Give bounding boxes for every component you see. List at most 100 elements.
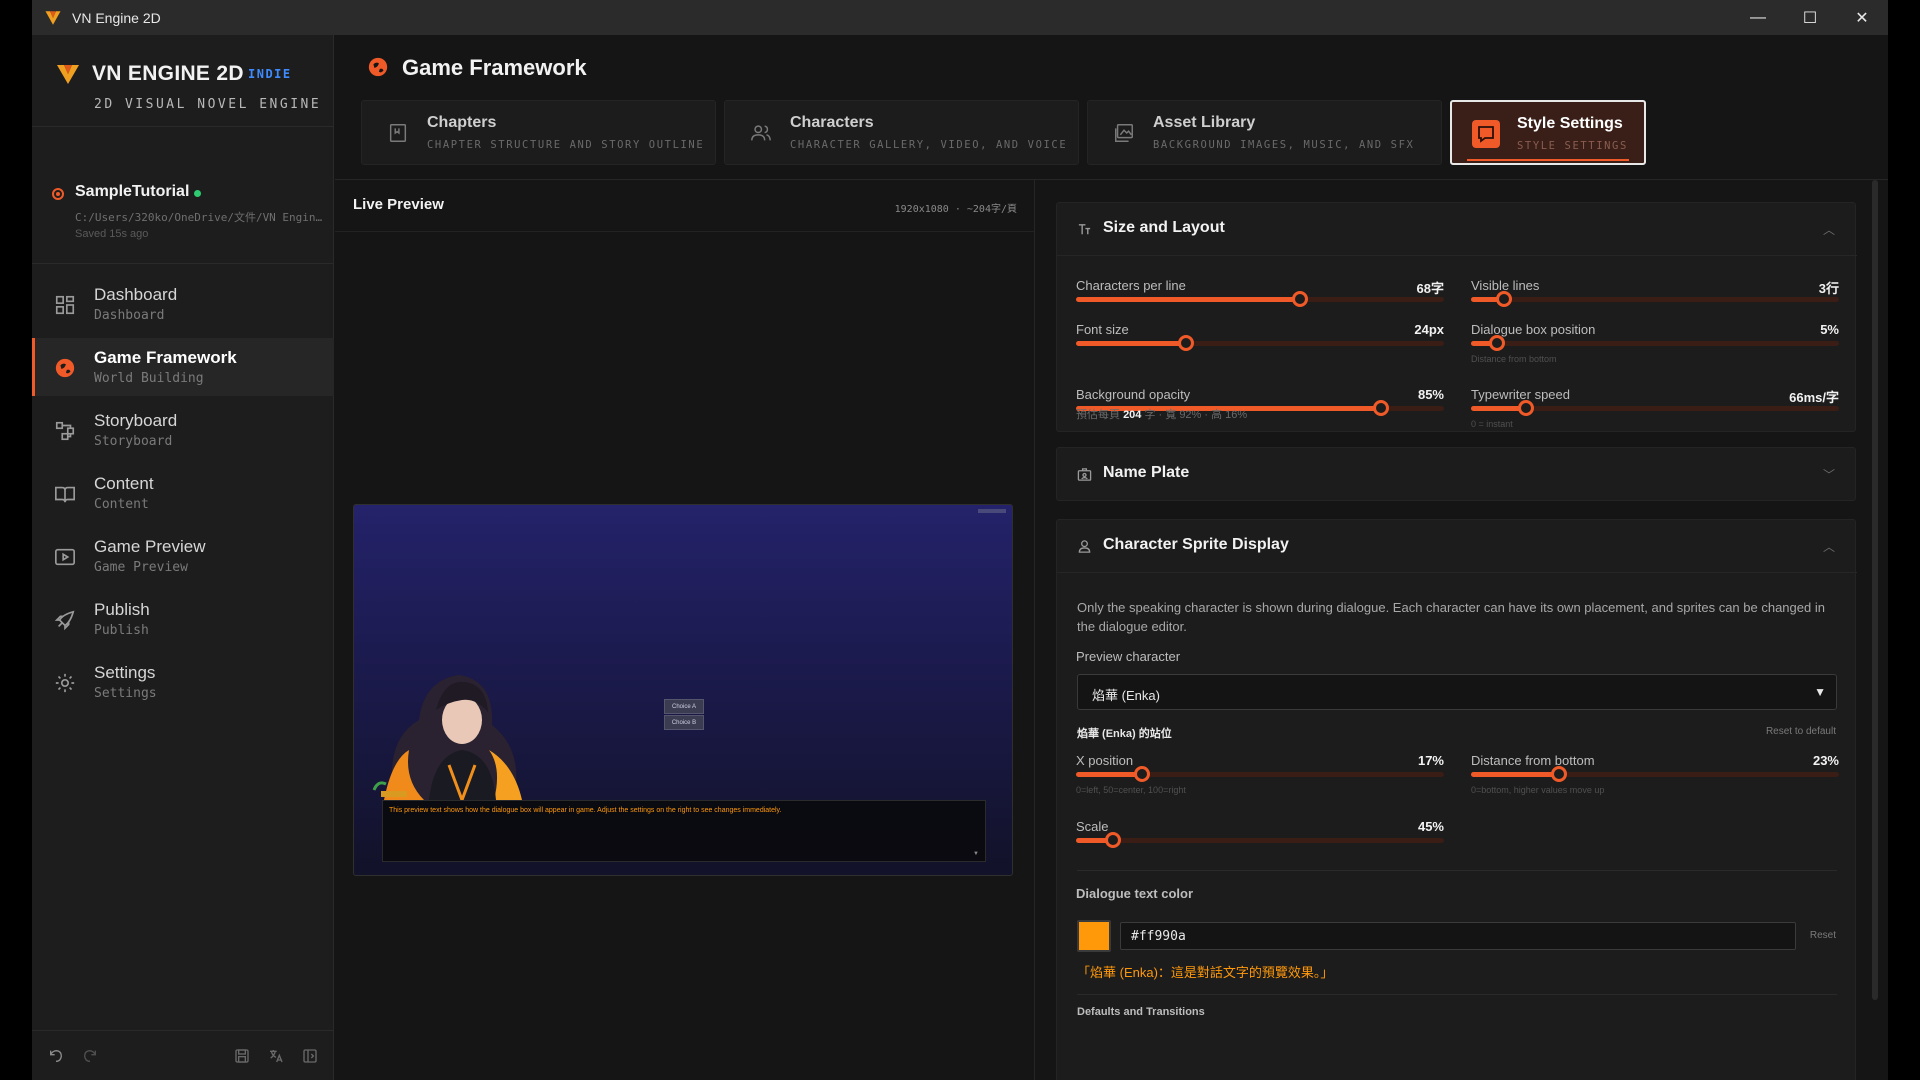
chevron-down-icon[interactable]: ﹀ — [1823, 466, 1835, 482]
maximize-button[interactable]: ☐ — [1784, 0, 1836, 35]
slider-hint: Distance from bottom — [1471, 354, 1557, 364]
saved-status: Saved 15s ago — [75, 228, 149, 240]
sidebar-item-content[interactable]: Content Content — [32, 464, 334, 522]
sprite-display-card: Character Sprite Display ︿ Only the spea… — [1056, 519, 1857, 1080]
slider-label: Typewriter speed — [1471, 387, 1570, 402]
sprite-display-header[interactable]: Character Sprite Display ︿ — [1057, 520, 1857, 572]
reset-default-link[interactable]: Reset to default — [1766, 726, 1836, 737]
sidebar-item-game-framework[interactable]: Game Framework World Building — [32, 338, 334, 396]
save-icon[interactable] — [234, 1048, 250, 1064]
reset-color-button[interactable]: Reset — [1810, 930, 1836, 941]
panel-toggle-icon[interactable] — [302, 1048, 318, 1064]
slider-track[interactable] — [1471, 400, 1839, 416]
chars-per-line-slider[interactable]: Characters per line 68字 — [1076, 278, 1444, 314]
slider-value: 24px — [1414, 322, 1444, 337]
sidebar-item-publish[interactable]: Publish Publish — [32, 590, 334, 648]
slider-handle[interactable] — [1104, 832, 1121, 848]
slider-hint: 0=bottom, higher values move up — [1471, 785, 1605, 795]
scale-slider[interactable]: Scale 45% — [1076, 819, 1444, 855]
slider-fill — [1076, 772, 1143, 777]
size-layout-header[interactable]: Size and Layout ︿ — [1057, 203, 1857, 255]
slider-fill — [1471, 772, 1560, 777]
redo-icon[interactable] — [82, 1048, 98, 1064]
slider-label: X position — [1076, 753, 1134, 768]
brand: VN ENGINE 2D INDIE 2D VISUAL NOVEL ENGIN… — [32, 35, 334, 127]
slider-handle[interactable] — [1178, 335, 1195, 351]
name-plate-card[interactable]: Name Plate ﹀ — [1056, 447, 1856, 501]
settings-scrollbar[interactable] — [1872, 180, 1878, 1000]
chat-bubble-icon — [1472, 120, 1500, 148]
tab-style-settings[interactable]: Style Settings STYLE SETTINGS — [1450, 100, 1646, 165]
chevron-up-icon[interactable]: ︿ — [1823, 538, 1835, 554]
sidebar-item-dashboard[interactable]: Dashboard Dashboard — [32, 275, 334, 333]
sidebar-item-label: Storyboard — [94, 411, 178, 430]
slider-handle[interactable] — [1518, 400, 1535, 416]
slider-handle[interactable] — [1488, 335, 1505, 351]
sidebar-item-sub: Storyboard — [94, 434, 173, 449]
slider-handle[interactable] — [1373, 400, 1390, 416]
slider-fill — [1076, 297, 1301, 302]
distance-bottom-slider[interactable]: Distance from bottom 23% 0=bottom, highe… — [1471, 753, 1839, 795]
undo-icon[interactable] — [48, 1048, 64, 1064]
globe-icon — [55, 358, 75, 378]
text-color-input[interactable]: #ff990a — [1120, 922, 1796, 950]
app-logo-icon — [45, 10, 61, 25]
slider-track[interactable] — [1471, 766, 1839, 782]
font-size-slider[interactable]: Font size 24px — [1076, 322, 1444, 358]
translate-icon[interactable] — [268, 1048, 284, 1064]
section-divider — [1077, 994, 1837, 995]
globe-icon — [368, 57, 388, 77]
storyboard-icon — [55, 421, 75, 441]
close-button[interactable]: ✕ — [1836, 0, 1888, 35]
slider-track[interactable] — [1471, 335, 1839, 351]
select-value: 焰華 (Enka) — [1092, 688, 1160, 703]
text-size-icon — [1078, 224, 1091, 235]
preview-title: Live Preview — [353, 196, 444, 213]
tab-characters[interactable]: Characters CHARACTER GALLERY, VIDEO, AND… — [724, 100, 1079, 165]
continue-arrow-icon: ▼ — [973, 851, 979, 857]
project-card[interactable]: SampleTutorial C:/Users/320ko/OneDrive/文… — [32, 128, 334, 264]
page-title: Game Framework — [402, 55, 587, 80]
live-preview-panel: Live Preview 1920x1080 · ~204字/頁 Choice … — [335, 180, 1035, 1080]
slider-track[interactable] — [1076, 832, 1444, 848]
text-color-swatch[interactable] — [1077, 920, 1111, 952]
slider-label: Characters per line — [1076, 278, 1186, 293]
slider-hint: 0=left, 50=center, 100=right — [1076, 785, 1186, 795]
dialogue-position-slider[interactable]: Dialogue box position 5% Distance from b… — [1471, 322, 1839, 364]
slider-value: 68字 — [1416, 281, 1444, 296]
sidebar-item-label: Publish — [94, 600, 150, 619]
slider-track[interactable] — [1076, 291, 1444, 307]
chevron-down-icon: ▼ — [1814, 685, 1826, 699]
preview-character-select[interactable]: 焰華 (Enka) ▼ — [1077, 674, 1837, 710]
preview-dialogue-box: This preview text shows how the dialogue… — [381, 791, 986, 862]
tab-chapters[interactable]: Chapters CHAPTER STRUCTURE AND STORY OUT… — [361, 100, 716, 165]
slider-handle[interactable] — [1496, 291, 1513, 307]
slider-value: 17% — [1417, 753, 1444, 768]
x-position-slider[interactable]: X position 17% 0=left, 50=center, 100=ri… — [1076, 753, 1444, 795]
slider-track[interactable] — [1471, 291, 1839, 307]
sidebar-item-settings[interactable]: Settings Settings — [32, 653, 334, 711]
typewriter-speed-slider[interactable]: Typewriter speed 66ms/字 0 = instant — [1471, 387, 1839, 429]
window-title: VN Engine 2D — [72, 9, 161, 26]
layout-summary: 預估每頁 204 字 · 寬 92% · 高 16% — [1076, 406, 1247, 422]
slider-handle[interactable] — [1292, 291, 1309, 307]
chevron-up-icon[interactable]: ︿ — [1823, 221, 1835, 237]
play-icon — [55, 548, 75, 566]
slider-value: 85% — [1417, 387, 1444, 402]
slider-track[interactable] — [1076, 335, 1444, 351]
sidebar-item-storyboard[interactable]: Storyboard Storyboard — [32, 401, 334, 459]
visible-lines-slider[interactable]: Visible lines 3行 — [1471, 278, 1839, 314]
tab-asset-library[interactable]: Asset Library BACKGROUND IMAGES, MUSIC, … — [1087, 100, 1442, 165]
sidebar-item-label: Content — [94, 474, 154, 493]
slider-handle[interactable] — [1134, 766, 1151, 782]
color-hex-value: #ff990a — [1131, 929, 1186, 944]
sidebar-item-game-preview[interactable]: Game Preview Game Preview — [32, 527, 334, 585]
tab-sub: CHARACTER GALLERY, VIDEO, AND VOICE — [790, 139, 1068, 151]
slider-handle[interactable] — [1551, 766, 1568, 782]
project-icon — [52, 188, 64, 200]
name-plate-header[interactable]: Name Plate ﹀ — [1057, 448, 1857, 500]
tab-label: Chapters — [427, 114, 497, 131]
sidebar-item-sub: Content — [94, 497, 149, 512]
slider-track[interactable] — [1076, 766, 1444, 782]
minimize-button[interactable]: — — [1732, 0, 1784, 35]
